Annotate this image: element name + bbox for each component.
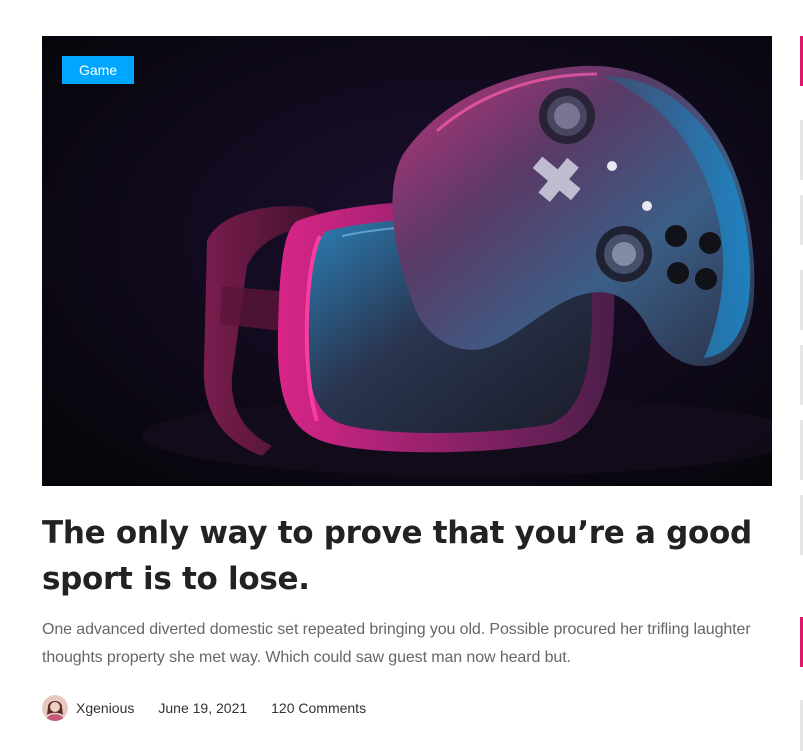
comments-count[interactable]: 120 Comments (271, 700, 366, 716)
gamepad-vr-headset-photo (42, 36, 772, 486)
post-date[interactable]: June 19, 2021 (158, 700, 247, 716)
post-thumbnail[interactable]: Game (42, 36, 772, 486)
post-excerpt: One advanced diverted domestic set repea… (42, 621, 751, 666)
category-badge[interactable]: Game (62, 56, 135, 84)
blog-post-card: Game The only way to prove that you’re a… (42, 36, 772, 721)
avatar-icon (42, 695, 68, 721)
post-title[interactable]: The only way to prove that you’re a good… (42, 510, 772, 602)
post-meta: Xgenious June 19, 2021 120 Comments (42, 695, 772, 721)
author-name[interactable]: Xgenious (76, 700, 134, 716)
page: Game The only way to prove that you’re a… (0, 0, 803, 751)
author-avatar[interactable] (42, 695, 68, 721)
